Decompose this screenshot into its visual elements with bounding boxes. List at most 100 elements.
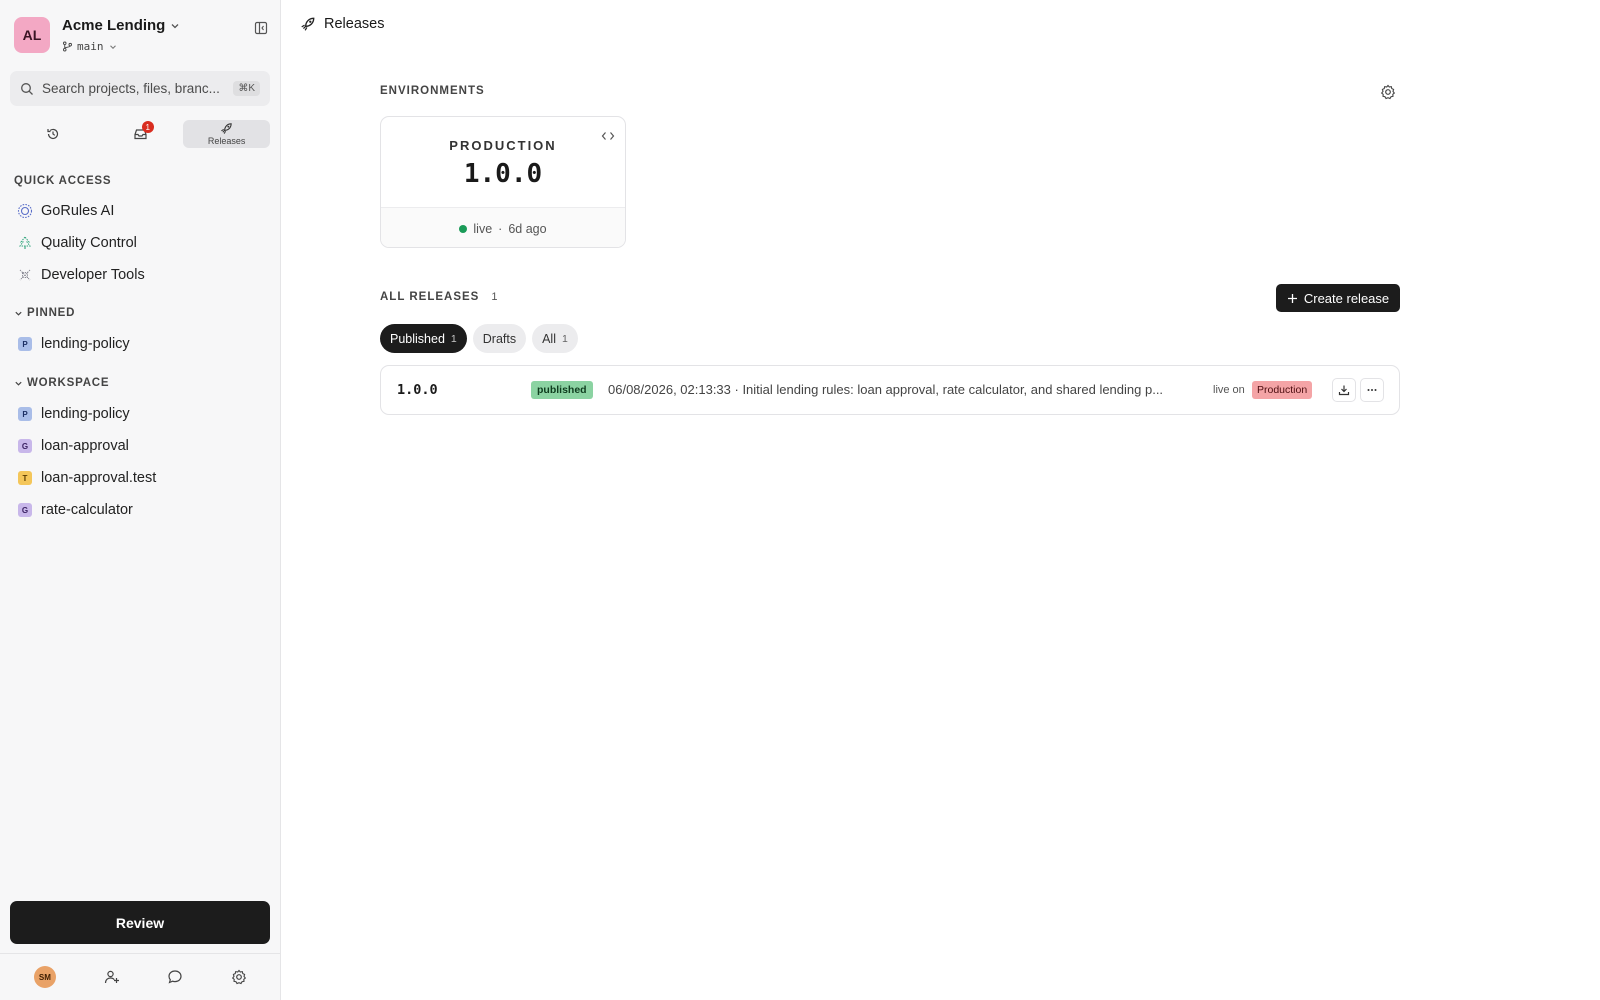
tools-icon — [17, 267, 33, 283]
sidebar-item-rate-calculator[interactable]: G rate-calculator — [17, 497, 272, 523]
release-description: 06/08/2026, 02:13:33 · Initial lending r… — [608, 382, 1164, 397]
settings-icon[interactable] — [231, 969, 247, 985]
environments-heading: ENVIRONMENTS — [380, 85, 485, 97]
sidebar-item-label: Developer Tools — [41, 267, 145, 283]
rocket-icon — [221, 123, 232, 134]
user-avatar[interactable]: SM — [33, 966, 56, 988]
ai-icon — [17, 203, 33, 219]
status-badge: published — [531, 381, 593, 399]
sidebar-collapse-icon — [254, 21, 268, 35]
sidebar-item-loan-approval-test[interactable]: T loan-approval.test — [17, 465, 272, 491]
create-release-label: Create release — [1303, 290, 1390, 306]
search-input[interactable]: Search projects, files, branc... — [42, 81, 233, 96]
sidebar-footer: SM — [0, 953, 281, 1000]
sidebar-item-label: rate-calculator — [41, 502, 133, 518]
chevron-down-icon — [109, 44, 116, 49]
quick-access-heading: QUICK ACCESS — [14, 175, 111, 187]
search-shortcut-hint: ⌘K — [233, 81, 260, 96]
pinned-heading-text: PINNED — [27, 307, 76, 319]
separator-dot: · — [498, 221, 503, 236]
environment-name: PRODUCTION — [449, 138, 557, 153]
all-releases-heading: ALL RELEASES 1 — [380, 291, 497, 303]
rocket-icon — [301, 17, 315, 31]
environment-version: 1.0.0 — [463, 159, 543, 189]
more-horizontal-icon — [1367, 389, 1377, 391]
sidebar-item-label: lending-policy — [41, 406, 130, 422]
add-user-icon[interactable] — [104, 969, 120, 985]
git-branch-icon — [63, 41, 72, 52]
chevron-down-icon — [15, 381, 22, 386]
file-type-badge: G — [18, 439, 32, 453]
sidebar-item-gorules-ai[interactable]: GoRules AI — [17, 198, 272, 224]
quick-access-heading-text: QUICK ACCESS — [14, 175, 112, 187]
filter-published[interactable]: Published 1 — [380, 324, 467, 353]
filter-drafts[interactable]: Drafts — [472, 324, 527, 353]
sidebar-item-label: loan-approval — [41, 438, 129, 454]
environment-badge: Production — [1252, 381, 1313, 399]
workspace-heading[interactable]: WORKSPACE — [14, 377, 109, 389]
download-icon — [1338, 385, 1350, 396]
workspace-name: Acme Lending — [62, 17, 166, 34]
tab-releases-label: Releases — [207, 136, 246, 146]
download-button[interactable] — [1332, 378, 1356, 402]
filter-label: All — [542, 331, 556, 346]
sidebar-item-developer-tools[interactable]: Developer Tools — [17, 262, 272, 288]
more-options-button[interactable] — [1360, 378, 1384, 402]
code-icon[interactable] — [601, 129, 615, 143]
tree-icon — [17, 235, 33, 251]
policy-file-icon: P — [17, 406, 33, 422]
branch-name: main — [77, 40, 104, 53]
test-file-icon: T — [17, 470, 33, 486]
pinned-heading[interactable]: PINNED — [14, 307, 75, 319]
sidebar-item-lending-policy[interactable]: P lending-policy — [17, 401, 272, 427]
workspace-heading-text: WORKSPACE — [27, 377, 110, 389]
release-version: 1.0.0 — [397, 382, 438, 398]
all-releases-heading-text: ALL RELEASES — [380, 291, 480, 303]
filter-count: 1 — [450, 332, 457, 345]
page-header: Releases — [300, 14, 384, 34]
sidebar-item-quality-control[interactable]: Quality Control — [17, 230, 272, 256]
inbox-badge: 1 — [141, 121, 154, 133]
environment-card-production[interactable]: PRODUCTION 1.0.0 live · 6d ago — [380, 116, 626, 248]
sidebar: AL Acme Lending main Search projects, fi… — [0, 0, 281, 1000]
environment-age: 6d ago — [508, 221, 547, 236]
create-release-button[interactable]: Create release — [1276, 284, 1400, 312]
filter-label: Published — [390, 331, 445, 346]
tab-inbox[interactable]: 1 — [97, 120, 184, 148]
filter-all[interactable]: All 1 — [532, 324, 578, 353]
plus-icon — [1287, 293, 1297, 303]
file-type-badge: T — [18, 471, 32, 485]
branch-switcher[interactable]: main — [62, 40, 118, 53]
environment-status-text: live — [473, 221, 493, 236]
chevron-down-icon — [15, 311, 22, 316]
search-icon — [21, 82, 33, 95]
policy-file-icon: P — [17, 336, 33, 352]
chevron-down-icon — [171, 23, 179, 28]
review-button[interactable]: Review — [10, 901, 270, 944]
workspace-avatar[interactable]: AL — [14, 17, 50, 53]
collapse-sidebar-button[interactable] — [250, 17, 272, 39]
sidebar-item-label: Quality Control — [41, 235, 137, 251]
graph-file-icon: G — [17, 502, 33, 518]
search-box[interactable]: Search projects, files, branc... ⌘K — [10, 71, 270, 106]
sidebar-item-pinned-lending-policy[interactable]: P lending-policy — [17, 331, 272, 357]
tab-history[interactable] — [10, 120, 97, 148]
sidebar-item-label: loan-approval.test — [41, 470, 157, 486]
sidebar-item-loan-approval[interactable]: G loan-approval — [17, 433, 272, 459]
workspace-header[interactable]: AL Acme Lending main — [14, 17, 269, 55]
environment-settings-icon[interactable] — [1380, 84, 1396, 100]
release-row[interactable]: 1.0.0 published 06/08/2026, 02:13:33 · I… — [380, 365, 1400, 415]
graph-file-icon: G — [17, 438, 33, 454]
tab-releases[interactable]: Releases — [183, 120, 271, 148]
live-status-dot — [459, 224, 468, 233]
page-title: Releases — [324, 16, 385, 32]
filter-label: Drafts — [482, 331, 517, 346]
chat-icon[interactable] — [167, 969, 183, 985]
sidebar-item-label: GoRules AI — [41, 203, 115, 219]
live-on-label: live on — [1213, 384, 1245, 396]
file-type-badge: P — [18, 407, 32, 421]
filter-count: 1 — [562, 332, 568, 345]
environment-status: live · 6d ago — [381, 207, 625, 247]
workspace-switcher[interactable]: Acme Lending — [62, 17, 181, 34]
sidebar-item-label: lending-policy — [41, 336, 130, 352]
